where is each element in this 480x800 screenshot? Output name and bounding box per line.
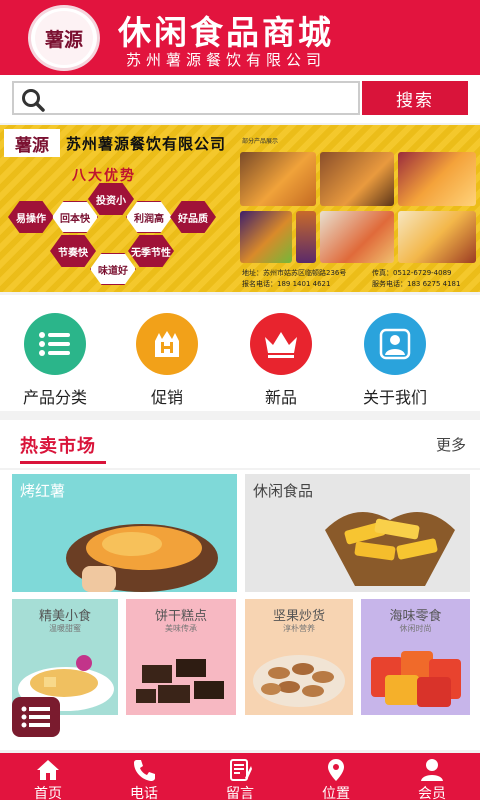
nav-home[interactable]: 首页: [0, 753, 96, 800]
hot-market-title: 热卖市场: [20, 436, 96, 457]
list-icon: [24, 313, 86, 375]
tile-nuts[interactable]: 坚果炒货 淳朴营养: [245, 599, 353, 715]
seafood-packs-image: [371, 651, 461, 707]
search-input[interactable]: [54, 85, 354, 111]
page-title: 休闲食品商城: [118, 13, 334, 52]
category-label: 产品分类: [22, 388, 87, 407]
nav-label: 首页: [34, 786, 62, 800]
nav-label: 会员: [418, 786, 446, 800]
nav-label: 位置: [322, 786, 350, 800]
product-photo: [240, 211, 292, 263]
tile-roasted-sweet-potato[interactable]: 烤红薯: [12, 474, 237, 592]
tile-title: 海味零食: [389, 609, 442, 624]
category-label: 新品: [264, 388, 297, 407]
banner-caption: 部分产品展示: [242, 138, 279, 145]
message-icon: [230, 759, 252, 781]
crown-icon: [250, 313, 312, 375]
product-photo: [240, 152, 316, 206]
phone-icon: [134, 760, 155, 781]
company-name: 苏州薯源餐饮有限公司: [126, 51, 327, 69]
nav-member[interactable]: 会员: [384, 753, 480, 800]
more-link[interactable]: 更多: [436, 434, 466, 455]
almonds-image: [253, 655, 345, 707]
tile-title: 休闲食品: [253, 482, 314, 500]
banner-logo: 薯源: [4, 129, 60, 157]
home-icon: [37, 760, 59, 780]
category-new-products[interactable]: 新品: [226, 313, 336, 408]
tile-seafood-snacks[interactable]: 海味零食 休闲时尚: [361, 599, 470, 715]
sweet-potato-image: [66, 524, 218, 592]
tile-title: 精美小食: [38, 609, 91, 624]
tile-subtitle: 温暖甜蜜: [49, 624, 81, 633]
category-product-classes[interactable]: 产品分类: [0, 313, 110, 408]
tile-title: 坚果炒货: [272, 609, 325, 624]
hot-market-header: 热卖市场 更多: [0, 420, 480, 468]
category-label: 促销: [150, 388, 183, 407]
tile-subtitle: 美味传承: [165, 624, 197, 633]
nav-location[interactable]: 位置: [288, 753, 384, 800]
brand-logo-text: 薯源: [35, 11, 93, 65]
product-photo: [398, 152, 476, 206]
hot-market-underline: [20, 461, 106, 464]
category-row: 产品分类 促销 新品 关于我们: [0, 295, 480, 411]
product-photo: [320, 211, 394, 263]
nav-label: 留言: [226, 786, 254, 800]
category-label: 关于我们: [362, 388, 427, 407]
chips-basket-image: [325, 512, 455, 586]
product-grid: 烤红薯 休闲食品 精美小食 温暖甜蜜 饼干糕点 美味传承 坚果炒货 淳朴营养 海…: [0, 470, 480, 750]
banner-company: 苏州薯源餐饮有限公司: [66, 135, 227, 153]
location-icon: [328, 759, 344, 781]
banner-address: 地址：苏州市姑苏区临顿路236号: [242, 269, 347, 277]
brownies-image: [136, 659, 224, 703]
search-box[interactable]: [12, 81, 360, 115]
banner-advantages-title: 八大优势: [72, 168, 136, 184]
bottom-nav: 首页 电话 留言 位置 会员: [0, 753, 480, 800]
category-about-us[interactable]: 关于我们: [340, 313, 450, 408]
promo-banner[interactable]: 薯源 苏州薯源餐饮有限公司 八大优势 投资小 易操作 回本快 利润高 好品质 节…: [0, 125, 480, 292]
banner-signup-phone: 报名电话：189 1401 4621: [242, 280, 331, 288]
floating-menu-button[interactable]: [12, 697, 60, 737]
promo-icon: [136, 313, 198, 375]
tile-subtitle: 淳朴营养: [283, 624, 315, 633]
nav-message[interactable]: 留言: [192, 753, 288, 800]
tile-snack-foods[interactable]: 休闲食品: [245, 474, 470, 592]
product-photo: [398, 211, 476, 263]
search-bar: 搜索: [0, 75, 480, 123]
member-icon: [421, 759, 443, 781]
banner-fax: 传真：0512-6729-4089: [372, 269, 452, 277]
tile-biscuits-pastries[interactable]: 饼干糕点 美味传承: [126, 599, 236, 715]
banner-service-phone: 服务电话：183 6275 4181: [372, 280, 461, 288]
nav-phone[interactable]: 电话: [96, 753, 192, 800]
search-icon: [22, 89, 45, 112]
product-photo: [296, 211, 316, 263]
tile-title: 饼干糕点: [154, 609, 207, 624]
tile-subtitle: 休闲时尚: [399, 624, 432, 633]
search-button[interactable]: 搜索: [362, 81, 468, 115]
category-promotion[interactable]: 促销: [112, 313, 222, 408]
brand-logo[interactable]: 薯源: [28, 5, 100, 71]
app-header: 薯源 休闲食品商城 苏州薯源餐饮有限公司: [0, 0, 480, 75]
product-photo: [320, 152, 394, 206]
menu-icon: [21, 706, 50, 728]
nav-label: 电话: [130, 786, 158, 800]
person-icon: [364, 313, 426, 375]
